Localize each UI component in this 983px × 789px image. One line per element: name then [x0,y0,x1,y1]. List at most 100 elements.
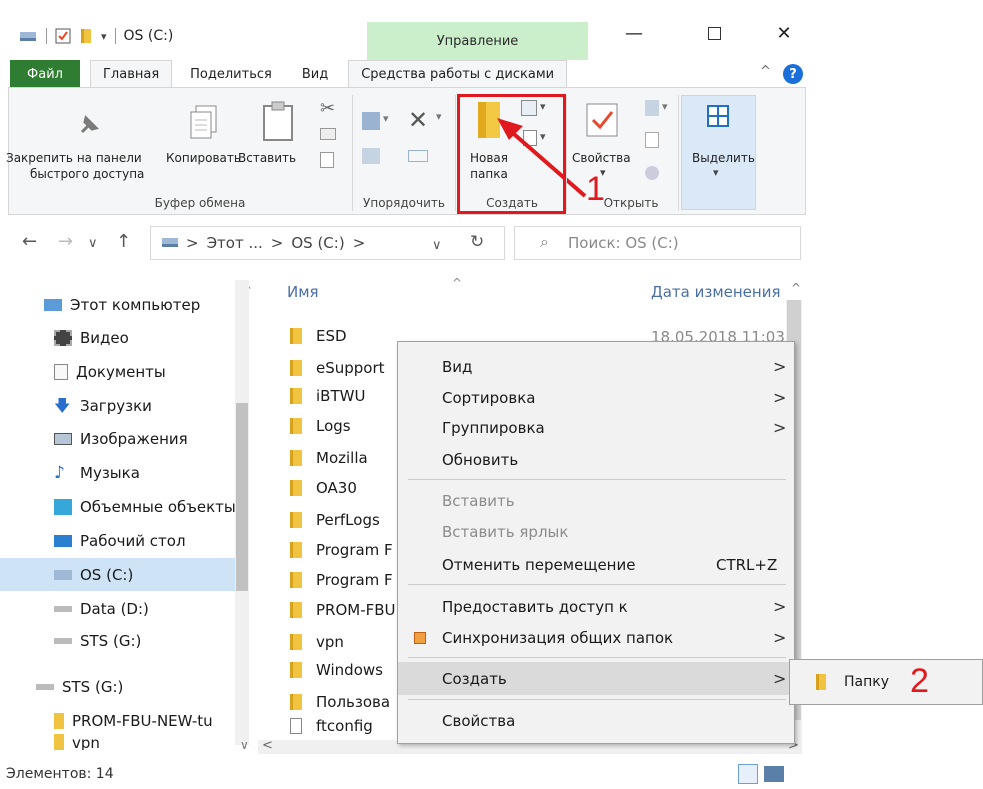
file-name: vpn [316,633,344,651]
nav-downloads[interactable]: 🡇 Загрузки [0,389,235,422]
nav-data-d[interactable]: Data (D:) [0,592,235,625]
maximize-button[interactable] [692,18,736,48]
tab-view[interactable]: Вид [290,60,340,88]
menu-item-view[interactable]: Вид > [398,350,794,383]
copy-button[interactable]: Копировать [166,150,241,166]
file-row[interactable]: Logs [290,410,351,442]
forward-icon[interactable]: → [58,231,73,252]
paste-button[interactable]: Вставить [238,150,296,166]
edit-icon[interactable] [645,132,659,148]
column-date[interactable]: Дата изменения [651,283,781,301]
close-button[interactable]: ✕ [762,18,806,48]
window-title: OS (C:) [123,28,174,44]
folder-icon [290,480,302,496]
open-dropdown-icon[interactable]: ▾ [662,100,668,113]
menu-item-create[interactable]: Создать > [398,662,794,695]
nav-images[interactable]: Изображения [0,422,235,455]
menu-item-sync[interactable]: Синхронизация общих папок > [398,621,794,654]
file-row[interactable]: Program F [290,534,393,566]
file-row[interactable]: Пользова [290,686,390,718]
move-to-dropdown-icon[interactable]: ▾ [383,112,389,125]
menu-label: Вставить ярлык [442,522,569,541]
large-icons-view-icon[interactable] [764,766,784,782]
rename-icon[interactable] [408,150,428,162]
file-row[interactable]: PerfLogs [290,504,380,536]
tab-file[interactable]: Файл [10,60,80,88]
nav-3d-objects[interactable]: Объемные объекты [0,490,235,523]
nav-scroll-down-icon[interactable]: ∨ [240,738,249,752]
sync-icon [414,631,426,644]
breadcrumb-this-pc[interactable]: Этот ... [207,234,263,252]
file-row[interactable]: ftconfig [290,716,373,736]
nav-label: vpn [72,734,100,750]
file-row[interactable]: Mozilla [290,442,368,474]
menu-item-properties[interactable]: Свойства [398,704,794,737]
select-dropdown-icon: ▾ [713,166,719,179]
file-row[interactable]: iBTWU [290,380,365,412]
column-name[interactable]: Имя [287,283,319,301]
menu-label: Отменить перемещение [442,555,636,574]
menu-item-refresh[interactable]: Обновить [398,443,794,476]
breadcrumb-os-c[interactable]: OS (C:) [291,234,344,252]
nav-prom-fbu[interactable]: PROM-FBU-NEW-tu [0,704,235,737]
nav-music[interactable]: ♪ Музыка [0,456,235,489]
history-icon[interactable] [645,166,659,180]
refresh-icon[interactable]: ↻ [470,232,484,252]
new-folder-qat-icon[interactable] [79,28,93,44]
nav-vpn[interactable]: vpn [0,734,235,750]
up-icon[interactable]: ↑ [116,231,131,252]
customize-qat-icon[interactable]: ▾ [101,30,107,43]
nav-sts-g[interactable]: STS (G:) [0,624,235,657]
paste-icon [263,101,293,141]
folder-icon [290,418,302,434]
folder-icon [290,694,302,710]
nav-scroll-thumb[interactable] [236,403,248,591]
nav-documents[interactable]: Документы [0,355,235,388]
nav-os-c[interactable]: OS (C:) [0,558,235,591]
menu-label: Группировка [442,418,545,437]
menu-label: Предоставить доступ к [442,597,628,616]
properties-checkbox-icon[interactable] [55,28,71,44]
pin-quick-access-button[interactable]: Закрепить на панели быстрого доступа [6,150,166,182]
paste-shortcut-icon[interactable] [320,152,334,168]
file-row[interactable]: PROM-FBU [290,594,396,626]
nav-sts-g-network[interactable]: STS (G:) [0,670,235,703]
tab-drive-tools[interactable]: Средства работы с дисками [348,60,568,88]
open-icon[interactable] [645,100,659,116]
delete-dropdown-icon[interactable]: ▾ [436,110,442,123]
file-row[interactable]: Program F [290,564,393,596]
cut-icon[interactable]: ✂ [320,98,335,119]
minimize-button[interactable]: — [612,18,656,48]
copy-path-icon[interactable] [320,128,336,140]
copy-to-icon[interactable] [362,148,380,164]
tab-share[interactable]: Поделиться [178,60,284,88]
file-row[interactable]: ESD [290,320,347,352]
file-icon [290,718,302,734]
help-icon[interactable]: ? [783,64,803,84]
nav-this-pc[interactable]: Этот компьютер [0,288,235,321]
folder-icon [290,388,302,404]
delete-icon[interactable]: ✕ [408,106,428,134]
properties-dropdown-icon[interactable]: ▾ [600,166,606,179]
file-row[interactable]: OA30 [290,472,357,504]
menu-item-sort[interactable]: Сортировка > [398,381,794,414]
properties-button[interactable]: Свойства [572,150,631,166]
list-scroll-up-icon[interactable]: ^ [791,281,801,295]
move-to-icon[interactable] [362,112,380,130]
search-icon: ⌕ [540,232,549,251]
details-view-icon[interactable] [738,764,758,784]
menu-item-share[interactable]: Предоставить доступ к > [398,590,794,623]
hscroll-left-icon[interactable]: < [262,738,273,753]
nav-desktop[interactable]: Рабочий стол [0,524,235,557]
collapse-ribbon-icon[interactable]: ^ [760,64,771,79]
back-icon[interactable]: ← [22,231,37,252]
file-row[interactable]: Windows [290,654,383,686]
submenu-item-folder[interactable]: Папку [798,664,974,700]
nav-video[interactable]: Видео [0,321,235,354]
menu-item-undo-move[interactable]: Отменить перемещение CTRL+Z [398,548,794,581]
address-dropdown-icon[interactable]: ∨ [432,238,442,253]
recent-dropdown-icon[interactable]: ∨ [88,236,98,251]
menu-item-group[interactable]: Группировка > [398,411,794,444]
tab-home[interactable]: Главная [90,60,173,88]
nav-label: STS (G:) [62,677,124,696]
